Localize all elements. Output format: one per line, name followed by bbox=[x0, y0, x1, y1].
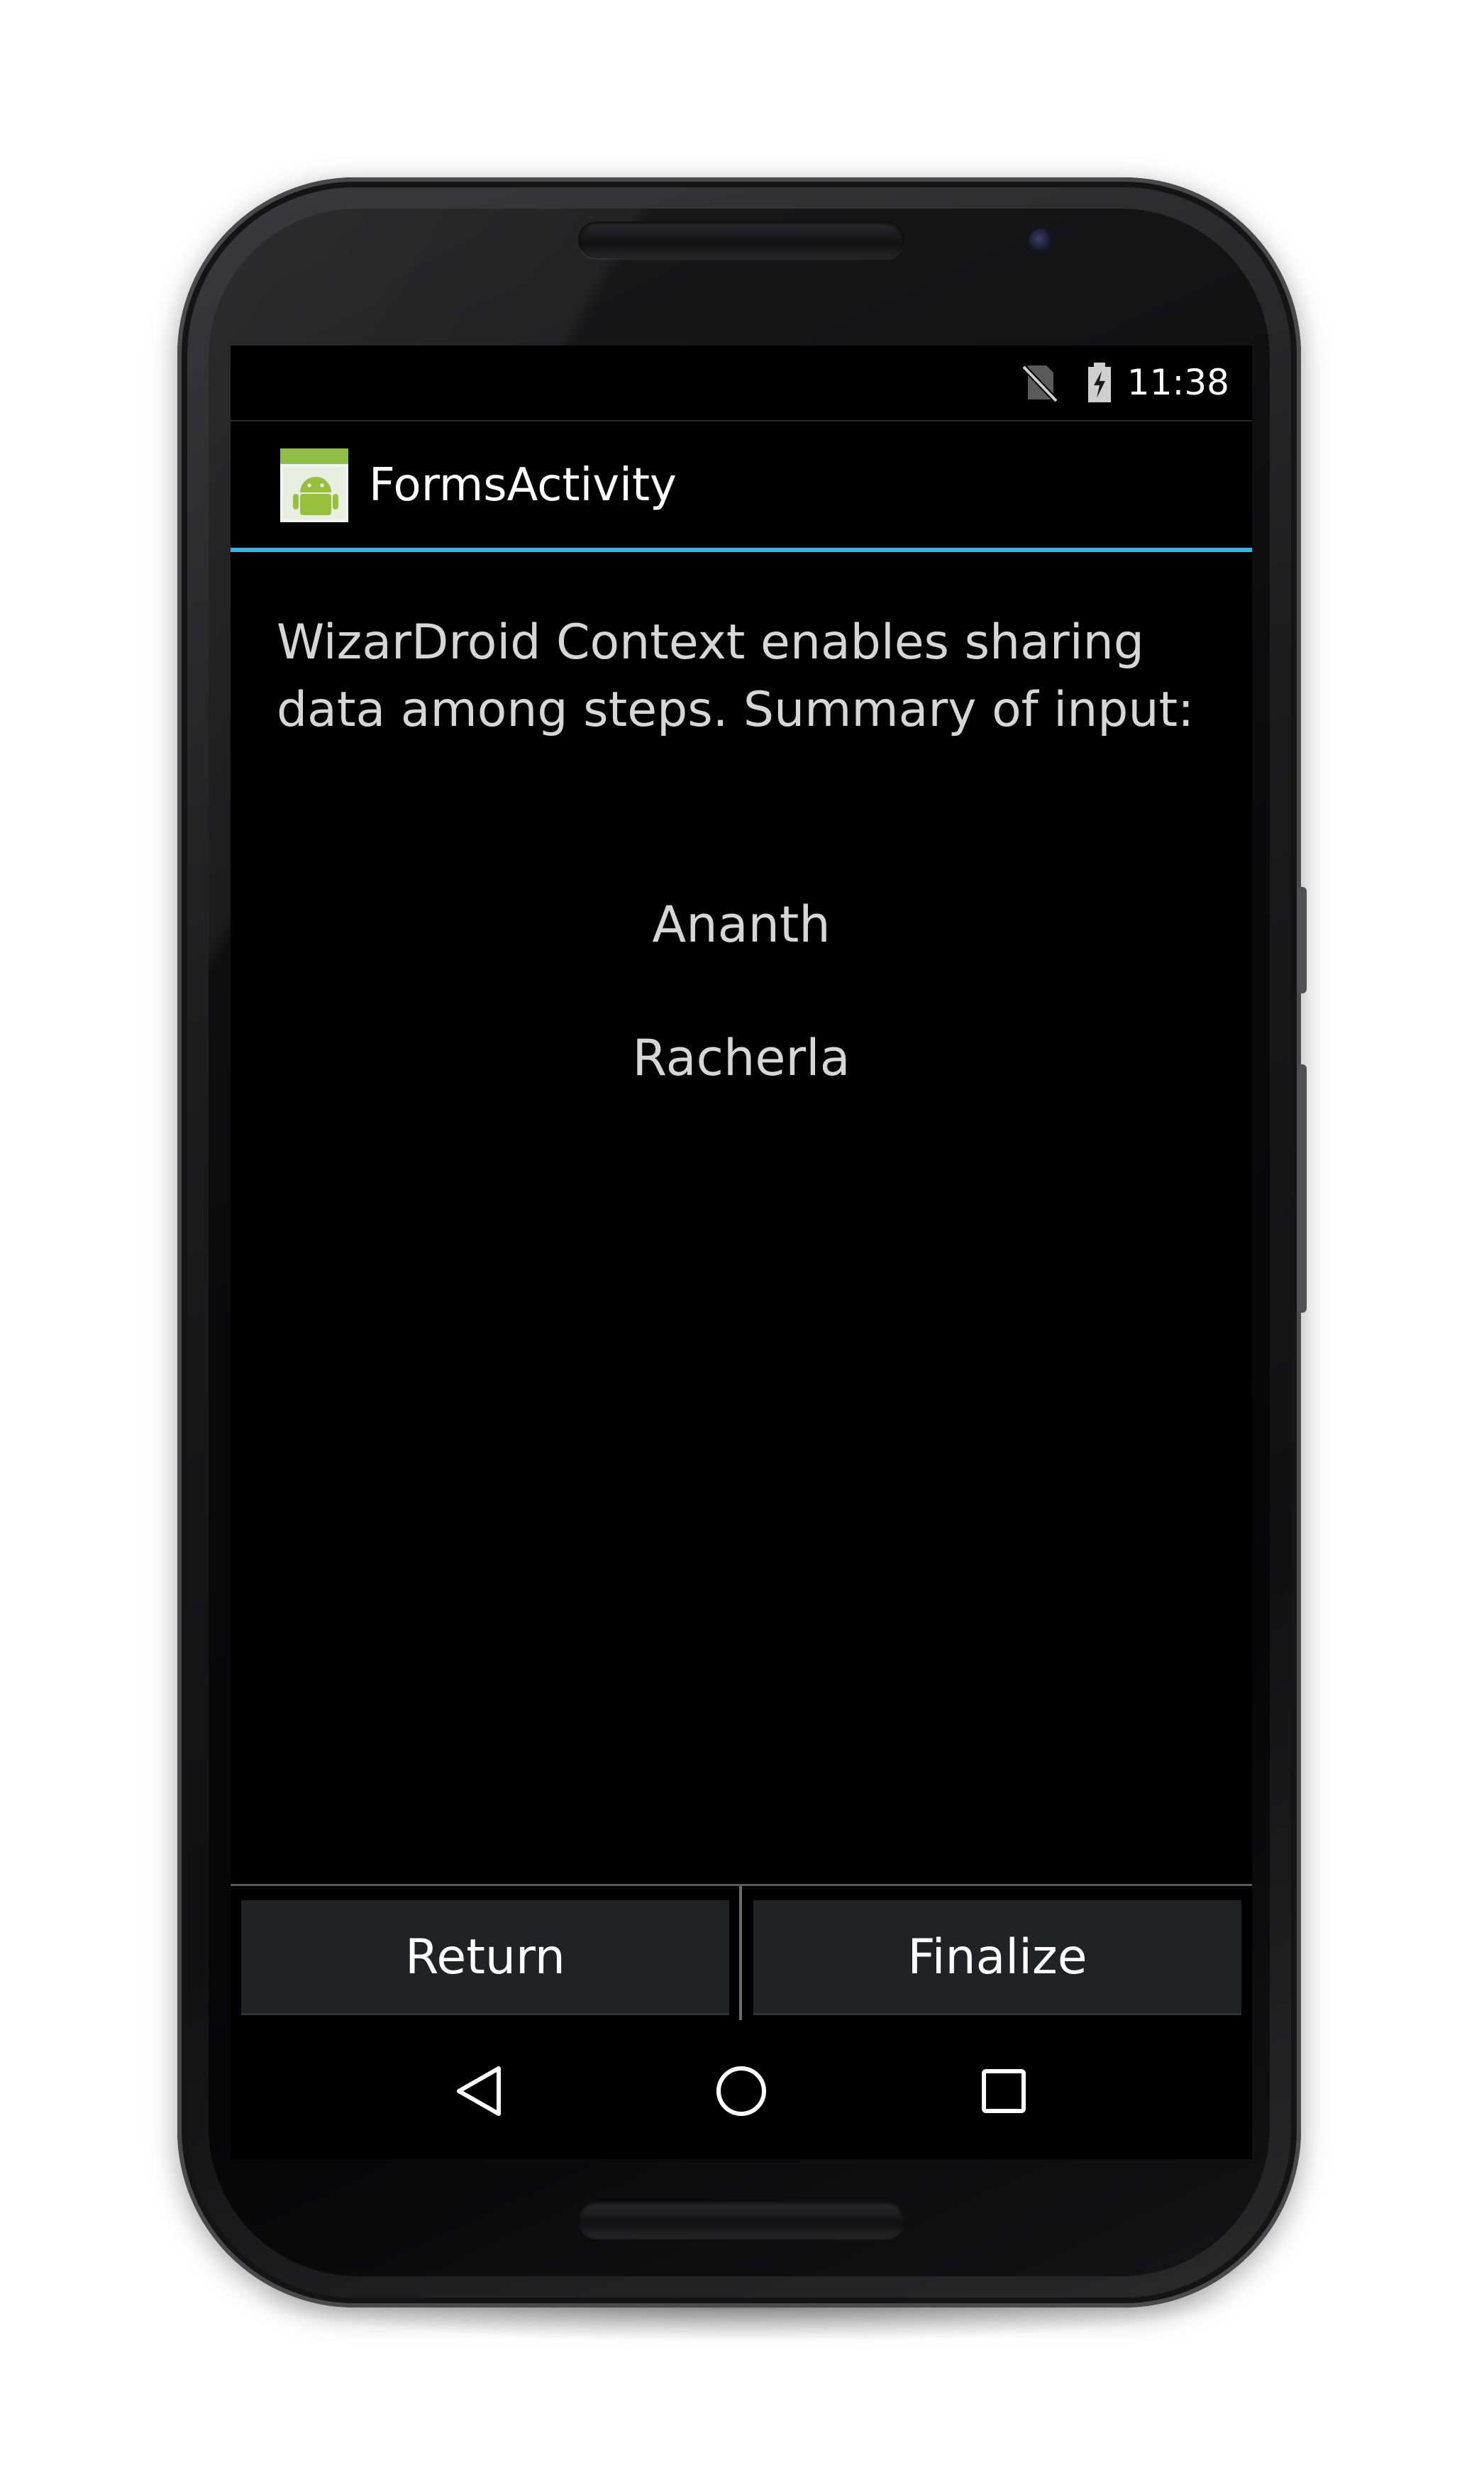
summary-first-name: Ananth bbox=[652, 895, 831, 954]
summary-last-name: Racherla bbox=[632, 1029, 851, 1087]
wizard-step-content: WizarDroid Context enables sharing data … bbox=[231, 552, 1252, 1879]
finalize-button[interactable]: Finalize bbox=[753, 1900, 1241, 2015]
status-bar: 11:38 bbox=[231, 346, 1252, 420]
front-camera bbox=[1029, 228, 1054, 254]
return-button[interactable]: Return bbox=[241, 1900, 729, 2015]
top-speaker-grille bbox=[578, 221, 904, 258]
back-icon[interactable] bbox=[436, 2049, 521, 2134]
battery-charging-icon bbox=[1088, 363, 1111, 402]
recents-icon[interactable] bbox=[961, 2049, 1046, 2134]
bottom-speaker-grille bbox=[578, 2201, 904, 2238]
status-time: 11:38 bbox=[1126, 362, 1229, 403]
power-button bbox=[1297, 887, 1307, 993]
wizard-button-bar: Return Finalize bbox=[231, 1884, 1252, 2021]
android-app-icon[interactable] bbox=[280, 448, 348, 522]
volume-rocker bbox=[1297, 1064, 1307, 1313]
action-bar-title: FormsActivity bbox=[369, 459, 677, 512]
home-icon[interactable] bbox=[699, 2049, 784, 2134]
button-divider bbox=[739, 1886, 742, 2021]
screen: 11:38 FormsActivity WizarDroid Context e… bbox=[231, 346, 1252, 2159]
device-mockup: 11:38 FormsActivity WizarDroid Context e… bbox=[0, 0, 1484, 2492]
no-sim-icon bbox=[1021, 365, 1058, 403]
action-bar: FormsActivity bbox=[231, 420, 1252, 549]
system-navigation-bar bbox=[231, 2020, 1252, 2159]
step-description: WizarDroid Context enables sharing data … bbox=[277, 614, 1195, 738]
